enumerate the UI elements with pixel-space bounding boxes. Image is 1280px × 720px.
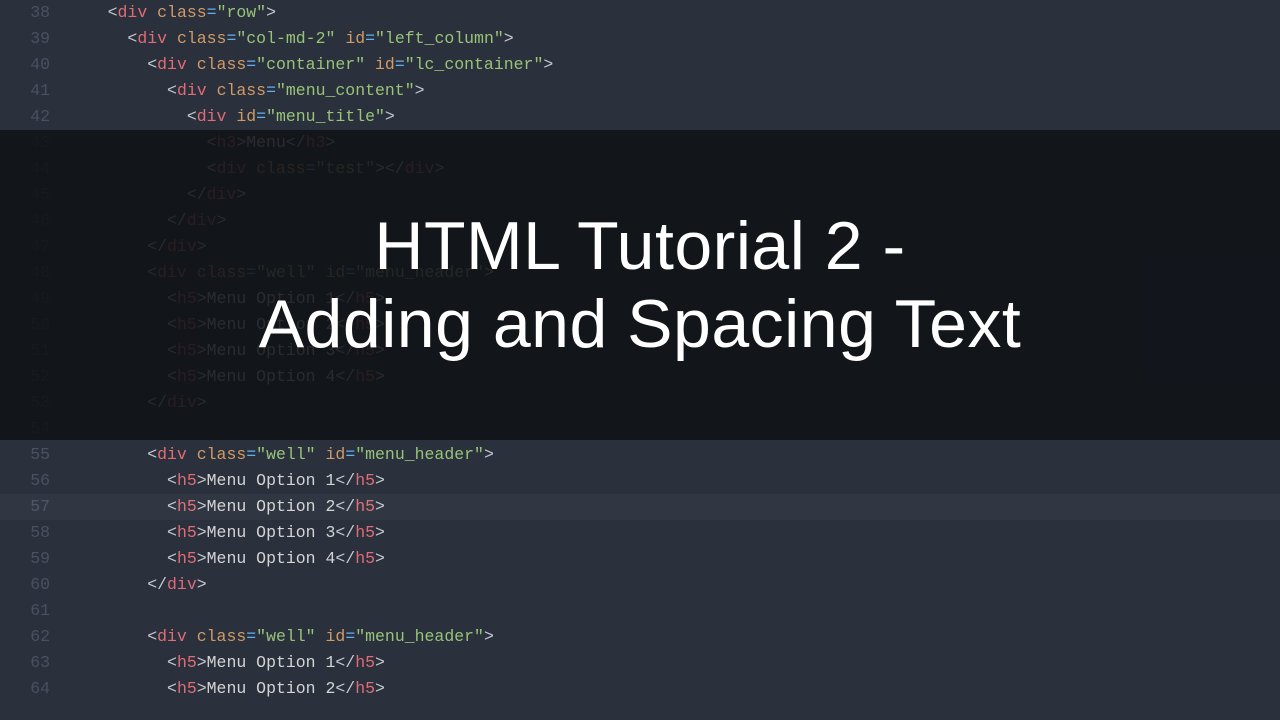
line-number: 62 (0, 624, 68, 650)
code-line[interactable]: 41 <div class="menu_content"> (0, 78, 1280, 104)
line-number: 60 (0, 572, 68, 598)
line-number: 64 (0, 676, 68, 702)
code-content[interactable]: <h5>Menu Option 2</h5> (68, 676, 1280, 702)
code-editor[interactable]: 38 <div class="row">39 <div class="col-m… (0, 0, 1280, 720)
code-content[interactable]: <h5>Menu Option 4</h5> (68, 546, 1280, 572)
active-line-highlight (0, 494, 1280, 520)
line-number: 40 (0, 52, 68, 78)
code-content[interactable]: <h5>Menu Option 1</h5> (68, 650, 1280, 676)
code-line[interactable]: 58 <h5>Menu Option 3</h5> (0, 520, 1280, 546)
line-number: 61 (0, 598, 68, 624)
code-line[interactable]: 40 <div class="container" id="lc_contain… (0, 52, 1280, 78)
line-number: 55 (0, 442, 68, 468)
code-content[interactable]: <div id="menu_title"> (68, 104, 1280, 130)
code-line[interactable]: 56 <h5>Menu Option 1</h5> (0, 468, 1280, 494)
overlay-line2: Adding and Spacing Text (259, 286, 1022, 362)
code-line[interactable]: 62 <div class="well" id="menu_header"> (0, 624, 1280, 650)
code-line[interactable]: 38 <div class="row"> (0, 0, 1280, 26)
code-line[interactable]: 60 </div> (0, 572, 1280, 598)
code-content[interactable]: <div class="container" id="lc_container"… (68, 52, 1280, 78)
code-content[interactable]: <div class="menu_content"> (68, 78, 1280, 104)
code-line[interactable]: 59 <h5>Menu Option 4</h5> (0, 546, 1280, 572)
title-overlay: HTML Tutorial 2 - Adding and Spacing Tex… (0, 130, 1280, 440)
code-line[interactable]: 42 <div id="menu_title"> (0, 104, 1280, 130)
code-line[interactable]: 64 <h5>Menu Option 2</h5> (0, 676, 1280, 702)
line-number: 38 (0, 0, 68, 26)
line-number: 39 (0, 26, 68, 52)
code-content[interactable]: <h5>Menu Option 1</h5> (68, 468, 1280, 494)
line-number: 56 (0, 468, 68, 494)
code-line[interactable]: 61 (0, 598, 1280, 624)
line-number: 59 (0, 546, 68, 572)
code-content[interactable]: <div class="row"> (68, 0, 1280, 26)
code-content[interactable]: <div class="well" id="menu_header"> (68, 624, 1280, 650)
code-content[interactable]: <h5>Menu Option 3</h5> (68, 520, 1280, 546)
code-line[interactable]: 55 <div class="well" id="menu_header"> (0, 442, 1280, 468)
code-content[interactable]: <div class="col-md-2" id="left_column"> (68, 26, 1280, 52)
line-number: 41 (0, 78, 68, 104)
code-content[interactable]: <div class="well" id="menu_header"> (68, 442, 1280, 468)
overlay-title: HTML Tutorial 2 - Adding and Spacing Tex… (259, 207, 1022, 363)
line-number: 63 (0, 650, 68, 676)
code-line[interactable]: 39 <div class="col-md-2" id="left_column… (0, 26, 1280, 52)
code-content[interactable]: </div> (68, 572, 1280, 598)
line-number: 58 (0, 520, 68, 546)
overlay-line1: HTML Tutorial 2 - (374, 208, 905, 284)
line-number: 42 (0, 104, 68, 130)
code-content[interactable] (68, 598, 1280, 624)
code-line[interactable]: 63 <h5>Menu Option 1</h5> (0, 650, 1280, 676)
